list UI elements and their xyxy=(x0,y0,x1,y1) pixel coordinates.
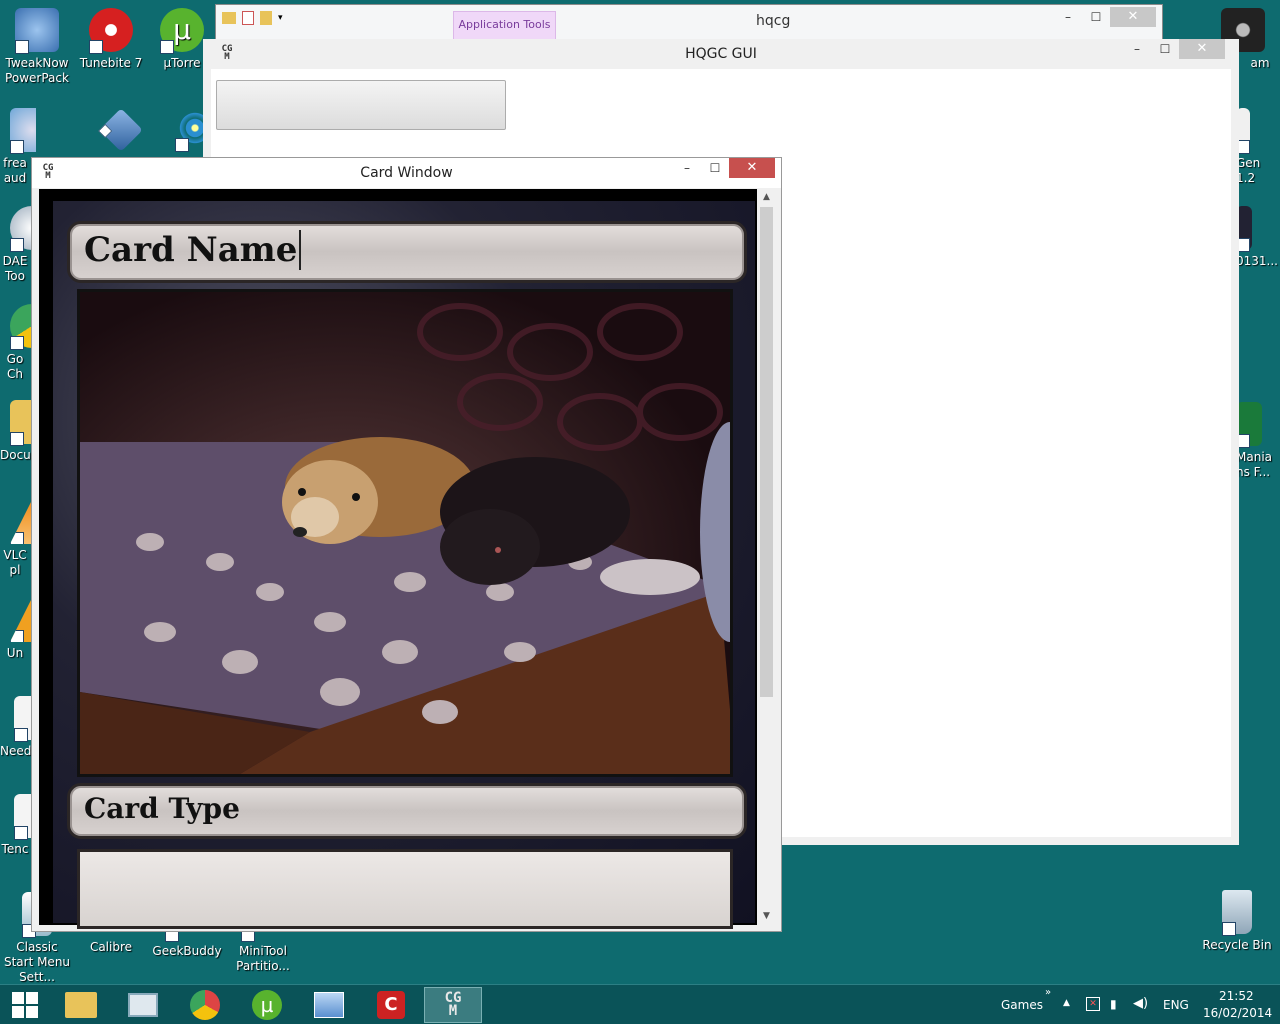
utorrent-icon: µ xyxy=(160,8,204,54)
maximize-button[interactable]: ☐ xyxy=(1151,39,1179,59)
folder-icon[interactable] xyxy=(222,12,236,24)
chevron-down-icon[interactable]: ▾ xyxy=(278,13,283,23)
card-art xyxy=(77,289,733,777)
desktop-icon-label: Recycle Bin xyxy=(1202,938,1272,952)
show-hidden-icons-button[interactable]: ▲ xyxy=(1063,998,1070,1008)
title-bar[interactable]: CG M HQGC GUI – ☐ ✕ xyxy=(211,39,1231,69)
card-type[interactable]: Card Type xyxy=(84,792,240,825)
minimize-button[interactable]: – xyxy=(673,158,701,178)
close-button[interactable]: ✕ xyxy=(729,158,775,178)
comodo-icon: C xyxy=(377,991,405,1019)
scroll-down-arrow[interactable]: ▼ xyxy=(758,908,775,925)
dogs-photo-icon xyxy=(80,292,730,774)
taskbar-chrome[interactable] xyxy=(176,987,234,1023)
tweaknow-icon xyxy=(15,8,59,54)
scroll-thumb[interactable] xyxy=(760,207,773,697)
desktop-icon-label: TweakNow PowerPack xyxy=(5,56,69,85)
desktop-icon-label: VLC pl xyxy=(3,548,27,577)
maximize-button[interactable]: ☐ xyxy=(701,158,729,178)
desktop-icon-tweaknow[interactable]: TweakNow PowerPack xyxy=(0,8,74,86)
desktop-icon-gen[interactable]: Gen 1.2 xyxy=(1236,108,1280,186)
ribbon-tab-application-tools[interactable]: Application Tools xyxy=(453,11,556,39)
desktop-icon-label: Tenc xyxy=(1,842,29,856)
taskbar-comodo[interactable]: C xyxy=(362,987,420,1023)
clock-time[interactable]: 21:52 xyxy=(1219,989,1254,1003)
desktop-icon-recycle-bin[interactable]: Recycle Bin xyxy=(1200,890,1274,953)
freaudio-icon xyxy=(10,108,36,154)
tunebite-icon xyxy=(89,8,133,54)
card-name[interactable]: Card Name xyxy=(84,230,302,270)
control-panel-icon xyxy=(314,992,344,1018)
clock-date[interactable]: 16/02/2014 xyxy=(1203,1006,1272,1020)
cgm-icon: CG M xyxy=(444,990,462,1019)
desktop-icon-label: Gen 1.2 xyxy=(1236,156,1261,185)
close-button[interactable]: ✕ xyxy=(1110,7,1156,27)
recycle-bin-icon xyxy=(1222,890,1252,936)
quick-access-toolbar: ▾ xyxy=(222,11,283,25)
desktop-icon-mania[interactable]: Mania ns F... xyxy=(1236,402,1280,480)
vertical-scrollbar[interactable]: ▲ ▼ xyxy=(758,189,775,925)
taskbar-file-explorer[interactable] xyxy=(52,987,110,1023)
desktop-icon-label: frea aud xyxy=(3,156,27,185)
card-text-box[interactable] xyxy=(77,849,733,929)
desktop-icon-image[interactable]: 0131... xyxy=(1236,206,1280,269)
window-title: HQGC GUI xyxy=(685,46,757,62)
start-button[interactable] xyxy=(0,987,50,1023)
desktop-icon-label: 0131... xyxy=(1236,254,1278,268)
action-center-icon[interactable]: ✕ xyxy=(1086,997,1100,1011)
window-controls: – ☐ ✕ xyxy=(673,158,775,178)
desktop-icon-label: Un xyxy=(6,646,24,660)
volume-icon[interactable]: ◀) xyxy=(1133,996,1148,1011)
desktop-icon-label: Tunebite 7 xyxy=(79,56,143,70)
window-controls: – ☐ ✕ xyxy=(1123,39,1225,59)
folder-icon xyxy=(65,992,97,1018)
taskbar: µ C CG M Games » ▲ ✕ ▮ ◀) ENG 21:52 16/02… xyxy=(0,984,1280,1024)
properties-icon[interactable] xyxy=(242,11,254,25)
utorrent-icon: µ xyxy=(252,990,282,1020)
explorer-window[interactable]: ▾ Application Tools hqcg – ☐ ✕ xyxy=(215,4,1163,44)
maximize-button[interactable]: ☐ xyxy=(1082,7,1110,27)
window-controls: – ☐ ✕ xyxy=(1054,7,1156,27)
desktop-icon-label: GeekBuddy xyxy=(152,944,222,958)
desktop-icon-label: MiniTool Partitio... xyxy=(236,944,290,973)
monitor-icon xyxy=(128,993,158,1017)
window-title: Card Window xyxy=(360,165,453,181)
window-title: hqcg xyxy=(756,13,791,29)
windows-logo-icon xyxy=(12,992,38,1018)
desktop-icon-network[interactable] xyxy=(84,108,158,156)
network-icon xyxy=(99,108,143,152)
desktop-icon-label: DAE Too xyxy=(2,254,28,283)
taskbar-utorrent[interactable]: µ xyxy=(238,987,296,1023)
taskbar-control-panel[interactable] xyxy=(300,987,358,1023)
taskbar-cgm-app[interactable]: CG M xyxy=(424,987,482,1023)
chrome-icon xyxy=(190,990,220,1020)
minimize-button[interactable]: – xyxy=(1123,39,1151,59)
desktop-icon-tunebite[interactable]: Tunebite 7 xyxy=(74,8,148,71)
games-toolbar[interactable]: Games xyxy=(1001,998,1043,1012)
language-indicator[interactable]: ENG xyxy=(1163,998,1189,1012)
new-folder-icon[interactable] xyxy=(260,11,272,25)
mania-icon xyxy=(1236,402,1262,448)
desktop-icon-label: Mania ns F... xyxy=(1236,450,1272,479)
card-name-bar: Card Name xyxy=(67,221,747,283)
minimize-button[interactable]: – xyxy=(1054,7,1082,27)
desktop-icon-label: Classic Start Menu Sett... xyxy=(3,940,71,984)
close-button[interactable]: ✕ xyxy=(1179,39,1225,59)
desktop-icon-label: Calibre xyxy=(89,940,133,954)
card-type-bar: Card Type xyxy=(67,783,747,839)
title-bar[interactable]: CG M Card Window – ☐ ✕ xyxy=(32,158,781,188)
action-button[interactable] xyxy=(216,80,506,130)
scroll-up-arrow[interactable]: ▲ xyxy=(758,189,775,206)
taskbar-task-manager[interactable] xyxy=(114,987,172,1023)
desktop-icon-label: Go Ch xyxy=(6,352,24,381)
toolbar-chevron-icon[interactable]: » xyxy=(1045,987,1051,998)
network-signal-icon[interactable]: ▮ xyxy=(1110,997,1117,1011)
card-frame: Card Name Card Type xyxy=(51,199,757,929)
desktop-icon-label: Need xyxy=(0,744,32,758)
desktop-icon-label: Docu xyxy=(0,448,31,462)
